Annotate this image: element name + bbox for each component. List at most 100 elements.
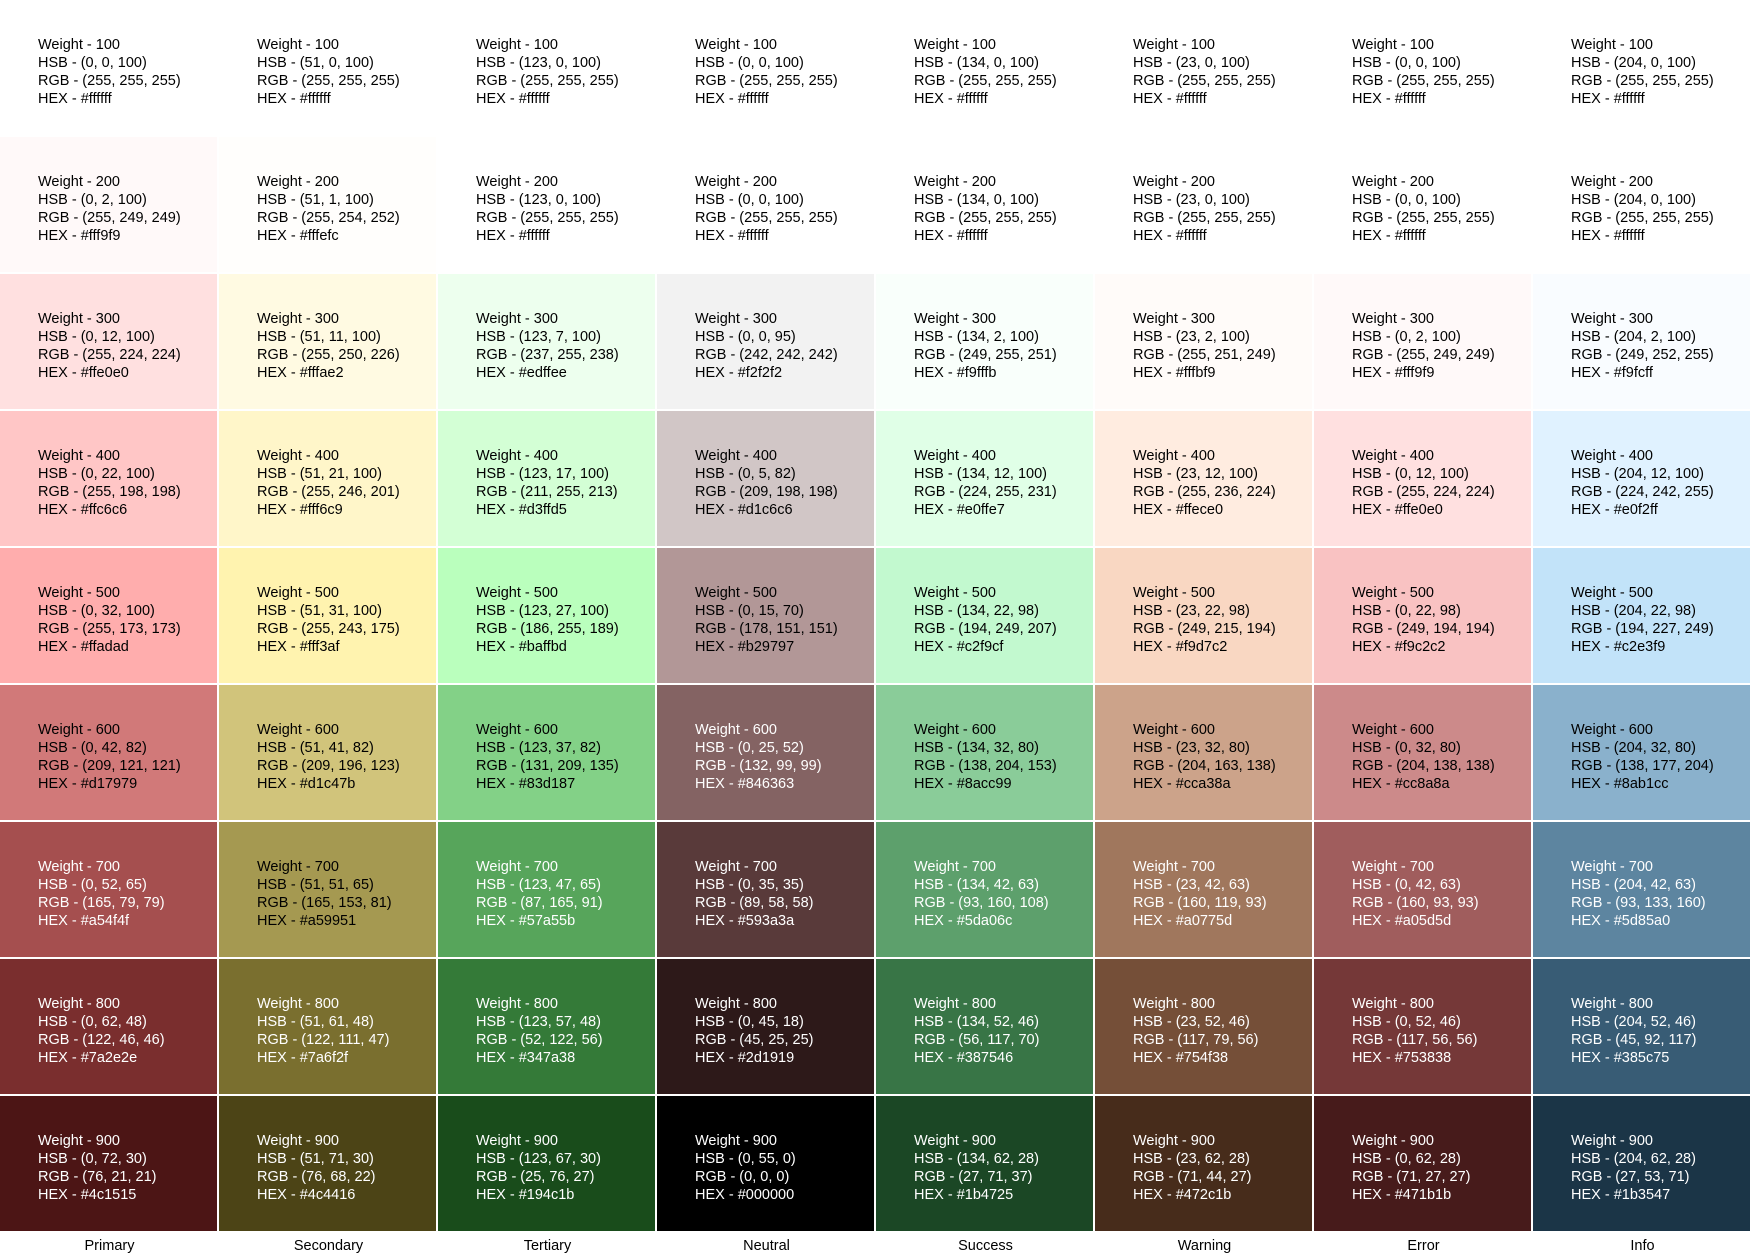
swatch-weight: Weight - 800 bbox=[1571, 996, 1653, 1012]
swatch-weight: Weight - 700 bbox=[1352, 859, 1434, 875]
swatch-weight: Weight - 800 bbox=[38, 996, 120, 1012]
swatch-weight: Weight - 400 bbox=[257, 448, 339, 464]
swatch-cell: Weight - 400 HSB - (23, 12, 100) RGB - (25… bbox=[1095, 411, 1312, 546]
swatch-rgb: RGB - (93, 133, 160) bbox=[1571, 895, 1706, 911]
swatch-cell: Weight - 400 HSB - (134, 12, 100) RGB - (2… bbox=[876, 411, 1093, 546]
swatch-cell: Weight - 400 HSB - (51, 21, 100) RGB - (25… bbox=[219, 411, 436, 546]
swatch-weight: Weight - 600 bbox=[695, 722, 777, 738]
swatch-rgb: RGB - (117, 56, 56) bbox=[1352, 1032, 1478, 1048]
swatch-hex: HEX - #fffae2 bbox=[257, 365, 344, 381]
swatch-rgb: RGB - (255, 224, 224) bbox=[1352, 484, 1495, 500]
swatch-cell: Weight - 800 HSB - (0, 62, 48) RGB - (122,… bbox=[0, 959, 217, 1094]
swatch-weight: Weight - 400 bbox=[695, 448, 777, 464]
swatch-cell: Weight - 200 HSB - (0, 2, 100) RGB - (255,… bbox=[0, 137, 217, 272]
swatch-rgb: RGB - (242, 242, 242) bbox=[695, 347, 838, 363]
swatch-hsb: HSB - (51, 71, 30) bbox=[257, 1151, 374, 1167]
swatch-hsb: HSB - (134, 0, 100) bbox=[914, 55, 1039, 71]
swatch-hex: HEX - #fffbf9 bbox=[1133, 365, 1216, 381]
swatch-rgb: RGB - (0, 0, 0) bbox=[695, 1169, 790, 1185]
swatch-rgb: RGB - (255, 249, 249) bbox=[1352, 347, 1495, 363]
swatch-rgb: RGB - (27, 71, 37) bbox=[914, 1169, 1033, 1185]
swatch-weight: Weight - 800 bbox=[914, 996, 996, 1012]
swatch-cell: Weight - 100 HSB - (0, 0, 100) RGB - (255,… bbox=[1314, 0, 1531, 135]
swatch-weight: Weight - 200 bbox=[476, 174, 558, 190]
swatch-cell: Weight - 600 HSB - (0, 25, 52) RGB - (132,… bbox=[657, 685, 874, 820]
swatch-weight: Weight - 500 bbox=[1571, 585, 1653, 601]
swatch-hsb: HSB - (0, 15, 70) bbox=[695, 603, 804, 619]
swatch-hex: HEX - #5da06c bbox=[914, 913, 1013, 929]
swatch-hex: HEX - #7a2e2e bbox=[38, 1050, 138, 1066]
swatch-cell: Weight - 200 HSB - (23, 0, 100) RGB - (255… bbox=[1095, 137, 1312, 272]
swatch-cell: Weight - 600 HSB - (51, 41, 82) RGB - (209… bbox=[219, 685, 436, 820]
swatch-cell: Weight - 500 HSB - (23, 22, 98) RGB - (249… bbox=[1095, 548, 1312, 683]
swatch-hex: HEX - #a05d5d bbox=[1352, 913, 1452, 929]
swatch-hsb: HSB - (51, 11, 100) bbox=[257, 329, 381, 345]
swatch-weight: Weight - 500 bbox=[1352, 585, 1434, 601]
swatch-hex: HEX - #754f38 bbox=[1133, 1050, 1229, 1066]
swatch-rgb: RGB - (160, 93, 93) bbox=[1352, 895, 1479, 911]
swatch-rgb: RGB - (178, 151, 151) bbox=[695, 621, 838, 637]
swatch-hex: HEX - #edffee bbox=[476, 365, 567, 381]
swatch-hsb: HSB - (123, 27, 100) bbox=[476, 603, 609, 619]
swatch-hex: HEX - #ffffff bbox=[257, 91, 331, 107]
swatch-rgb: RGB - (255, 236, 224) bbox=[1133, 484, 1276, 500]
swatch-rgb: RGB - (93, 160, 108) bbox=[914, 895, 1049, 911]
swatch-weight: Weight - 700 bbox=[1571, 859, 1653, 875]
swatch-cell: Weight - 500 HSB - (0, 15, 70) RGB - (178,… bbox=[657, 548, 874, 683]
swatch-hex: HEX - #d17979 bbox=[38, 776, 138, 792]
swatch-cell: Weight - 100 HSB - (204, 0, 100) RGB - (25… bbox=[1533, 0, 1750, 135]
swatch-hex: HEX - #baffbd bbox=[476, 639, 567, 655]
swatch-hsb: HSB - (204, 0, 100) bbox=[1571, 192, 1696, 208]
swatch-cell: Weight - 600 HSB - (0, 42, 82) RGB - (209,… bbox=[0, 685, 217, 820]
swatch-hsb: HSB - (204, 62, 28) bbox=[1571, 1151, 1696, 1167]
swatch-hsb: HSB - (204, 52, 46) bbox=[1571, 1014, 1696, 1030]
swatch-weight: Weight - 600 bbox=[257, 722, 339, 738]
swatch-cell: Weight - 500 HSB - (204, 22, 98) RGB - (19… bbox=[1533, 548, 1750, 683]
swatch-hsb: HSB - (23, 0, 100) bbox=[1133, 192, 1250, 208]
swatch-weight: Weight - 900 bbox=[257, 1133, 339, 1149]
swatch-cell: Weight - 100 HSB - (0, 0, 100) RGB - (255,… bbox=[0, 0, 217, 135]
swatch-rgb: RGB - (255, 198, 198) bbox=[38, 484, 181, 500]
swatch-rgb: RGB - (204, 138, 138) bbox=[1352, 758, 1495, 774]
swatch-cell: Weight - 300 HSB - (0, 2, 100) RGB - (255,… bbox=[1314, 274, 1531, 409]
swatch-hsb: HSB - (0, 0, 100) bbox=[695, 192, 804, 208]
swatch-rgb: RGB - (211, 255, 213) bbox=[476, 484, 618, 500]
swatch-hex: HEX - #a59951 bbox=[257, 913, 357, 929]
swatch-hsb: HSB - (23, 62, 28) bbox=[1133, 1151, 1250, 1167]
swatch-weight: Weight - 200 bbox=[1571, 174, 1653, 190]
swatch-hex: HEX - #fff3af bbox=[257, 639, 340, 655]
swatch-weight: Weight - 300 bbox=[38, 311, 120, 327]
swatch-rgb: RGB - (255, 255, 255) bbox=[1352, 210, 1495, 226]
swatch-hsb: HSB - (134, 2, 100) bbox=[914, 329, 1039, 345]
swatch-rgb: RGB - (255, 255, 255) bbox=[476, 210, 619, 226]
swatch-weight: Weight - 600 bbox=[914, 722, 996, 738]
swatch-rgb: RGB - (71, 27, 27) bbox=[1352, 1169, 1471, 1185]
swatch-rgb: RGB - (76, 68, 22) bbox=[257, 1169, 376, 1185]
swatch-hsb: HSB - (0, 72, 30) bbox=[38, 1151, 147, 1167]
swatch-hsb: HSB - (0, 55, 0) bbox=[695, 1151, 796, 1167]
swatch-hex: HEX - #ffece0 bbox=[1133, 502, 1224, 518]
swatch-cell: Weight - 800 HSB - (204, 52, 46) RGB - (45… bbox=[1533, 959, 1750, 1094]
swatch-hex: HEX - #fff6c9 bbox=[257, 502, 343, 518]
swatch-rgb: RGB - (204, 163, 138) bbox=[1133, 758, 1276, 774]
swatch-hex: HEX - #cca38a bbox=[1133, 776, 1231, 792]
swatch-hex: HEX - #d1c47b bbox=[257, 776, 356, 792]
swatch-hsb: HSB - (134, 12, 100) bbox=[914, 466, 1047, 482]
swatch-cell: Weight - 900 HSB - (0, 55, 0) RGB - (0, 0,… bbox=[657, 1096, 874, 1231]
swatch-cell: Weight - 800 HSB - (123, 57, 48) RGB - (52… bbox=[438, 959, 655, 1094]
swatch-cell: Weight - 300 HSB - (0, 12, 100) RGB - (255… bbox=[0, 274, 217, 409]
swatch-hex: HEX - #7a6f2f bbox=[257, 1050, 349, 1066]
swatch-hsb: HSB - (0, 0, 100) bbox=[695, 55, 804, 71]
swatch-rgb: RGB - (237, 255, 238) bbox=[476, 347, 619, 363]
swatch-cell: Weight - 100 HSB - (134, 0, 100) RGB - (25… bbox=[876, 0, 1093, 135]
swatch-weight: Weight - 200 bbox=[1133, 174, 1215, 190]
swatch-hsb: HSB - (51, 0, 100) bbox=[257, 55, 374, 71]
swatch-rgb: RGB - (76, 21, 21) bbox=[38, 1169, 157, 1185]
swatch-hex: HEX - #a0775d bbox=[1133, 913, 1233, 929]
swatch-hsb: HSB - (134, 62, 28) bbox=[914, 1151, 1039, 1167]
swatch-cell: Weight - 900 HSB - (23, 62, 28) RGB - (71,… bbox=[1095, 1096, 1312, 1231]
swatch-weight: Weight - 100 bbox=[476, 37, 558, 53]
swatch-hsb: HSB - (134, 22, 98) bbox=[914, 603, 1039, 619]
swatch-rgb: RGB - (255, 255, 255) bbox=[914, 73, 1057, 89]
swatch-cell: Weight - 100 HSB - (123, 0, 100) RGB - (25… bbox=[438, 0, 655, 135]
